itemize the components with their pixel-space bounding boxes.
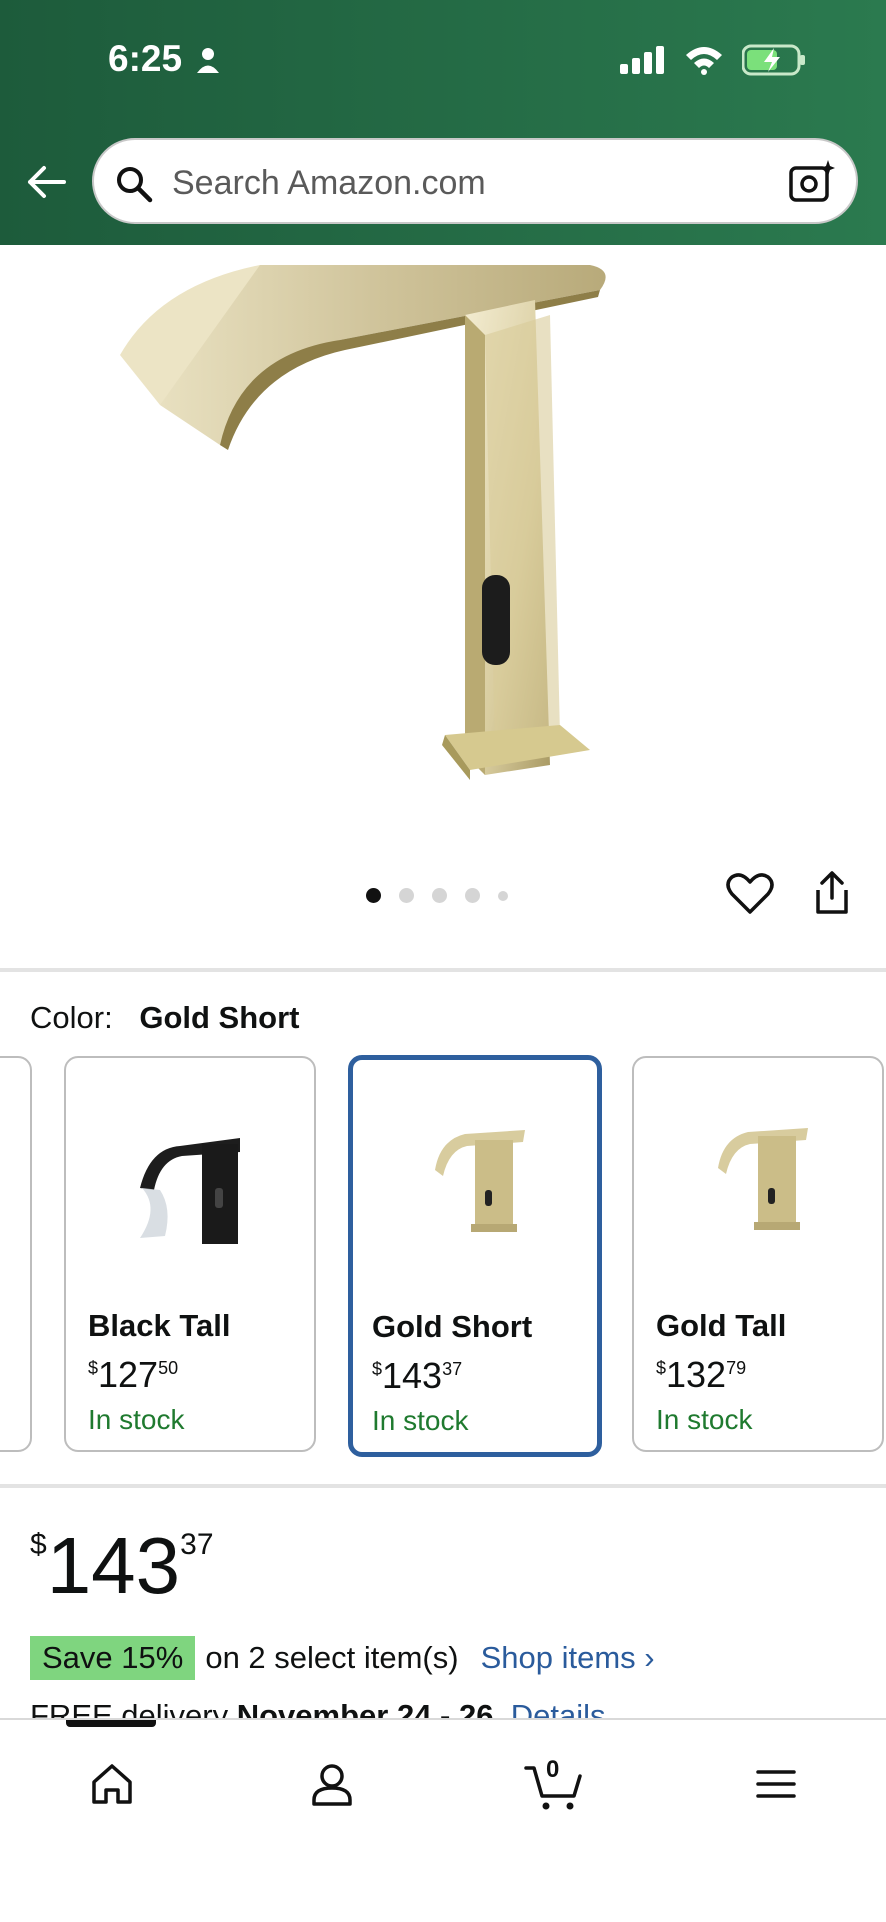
pagination-dot[interactable] <box>432 888 447 903</box>
search-input[interactable] <box>170 160 734 206</box>
search-bar[interactable] <box>92 138 858 224</box>
product-price: $14337 <box>30 1521 214 1610</box>
swatch-thumbnail <box>140 1138 240 1244</box>
color-swatch-partial[interactable] <box>0 1056 32 1452</box>
back-arrow-icon[interactable] <box>24 160 68 204</box>
wifi-icon <box>686 47 722 75</box>
promo-text: on 2 select item(s) <box>205 1640 459 1675</box>
save-badge: Save 15% <box>30 1636 196 1680</box>
swatch-thumbnail <box>435 1130 525 1232</box>
swatch-name: Black Tall <box>88 1308 231 1343</box>
color-swatch-gold-tall[interactable]: Gold Tall $13279 In stock <box>632 1056 884 1452</box>
nav-active-indicator <box>66 1720 156 1727</box>
cart-count: 0 <box>546 1756 560 1783</box>
share-icon[interactable] <box>812 870 852 916</box>
swatch-stock: In stock <box>88 1404 185 1435</box>
product-image[interactable] <box>120 245 740 825</box>
heart-icon[interactable] <box>726 872 774 916</box>
swatch-price: $13279 <box>656 1354 747 1395</box>
pagination-dot[interactable] <box>465 888 480 903</box>
account-icon[interactable] <box>310 1762 354 1806</box>
person-icon <box>197 48 219 73</box>
status-time: 6:25 <box>108 38 183 79</box>
swatch-stock: In stock <box>372 1405 469 1436</box>
swatch-thumbnail <box>718 1128 808 1230</box>
swatch-name: Gold Short <box>372 1309 533 1344</box>
battery-charging-icon <box>742 44 805 76</box>
home-icon[interactable] <box>90 1762 134 1806</box>
swatch-price: $14337 <box>372 1355 463 1396</box>
color-swatch-gold-short[interactable]: Gold Short $14337 In stock <box>348 1055 602 1457</box>
camera-search-icon[interactable] <box>788 158 836 204</box>
color-label: Color: <box>30 1000 113 1035</box>
cart-button[interactable]: 0 <box>524 1756 584 1812</box>
color-label-row: Color: Gold Short <box>30 1000 299 1036</box>
swatch-name: Gold Tall <box>656 1308 787 1343</box>
color-selected-value: Gold Short <box>139 1000 300 1035</box>
signal-icon <box>620 46 664 74</box>
menu-icon[interactable] <box>754 1762 798 1806</box>
status-icons <box>620 44 806 76</box>
header: 6:25 <box>0 0 886 245</box>
promo-row: Save 15% on 2 select item(s) Shop items … <box>30 1636 655 1680</box>
color-swatch-black-tall[interactable]: Black Tall $12750 In stock <box>64 1056 316 1452</box>
divider <box>0 968 886 972</box>
swatch-price: $12750 <box>88 1354 179 1395</box>
shop-items-link[interactable]: Shop items › <box>481 1640 655 1676</box>
search-icon <box>117 167 153 203</box>
divider <box>0 1484 886 1488</box>
bottom-nav: 0 <box>0 1718 886 1922</box>
swatch-stock: In stock <box>656 1404 753 1435</box>
image-pagination[interactable] <box>366 888 508 903</box>
pagination-dot-active[interactable] <box>366 888 381 903</box>
pagination-dot[interactable] <box>498 890 508 901</box>
pagination-dot[interactable] <box>399 888 414 903</box>
